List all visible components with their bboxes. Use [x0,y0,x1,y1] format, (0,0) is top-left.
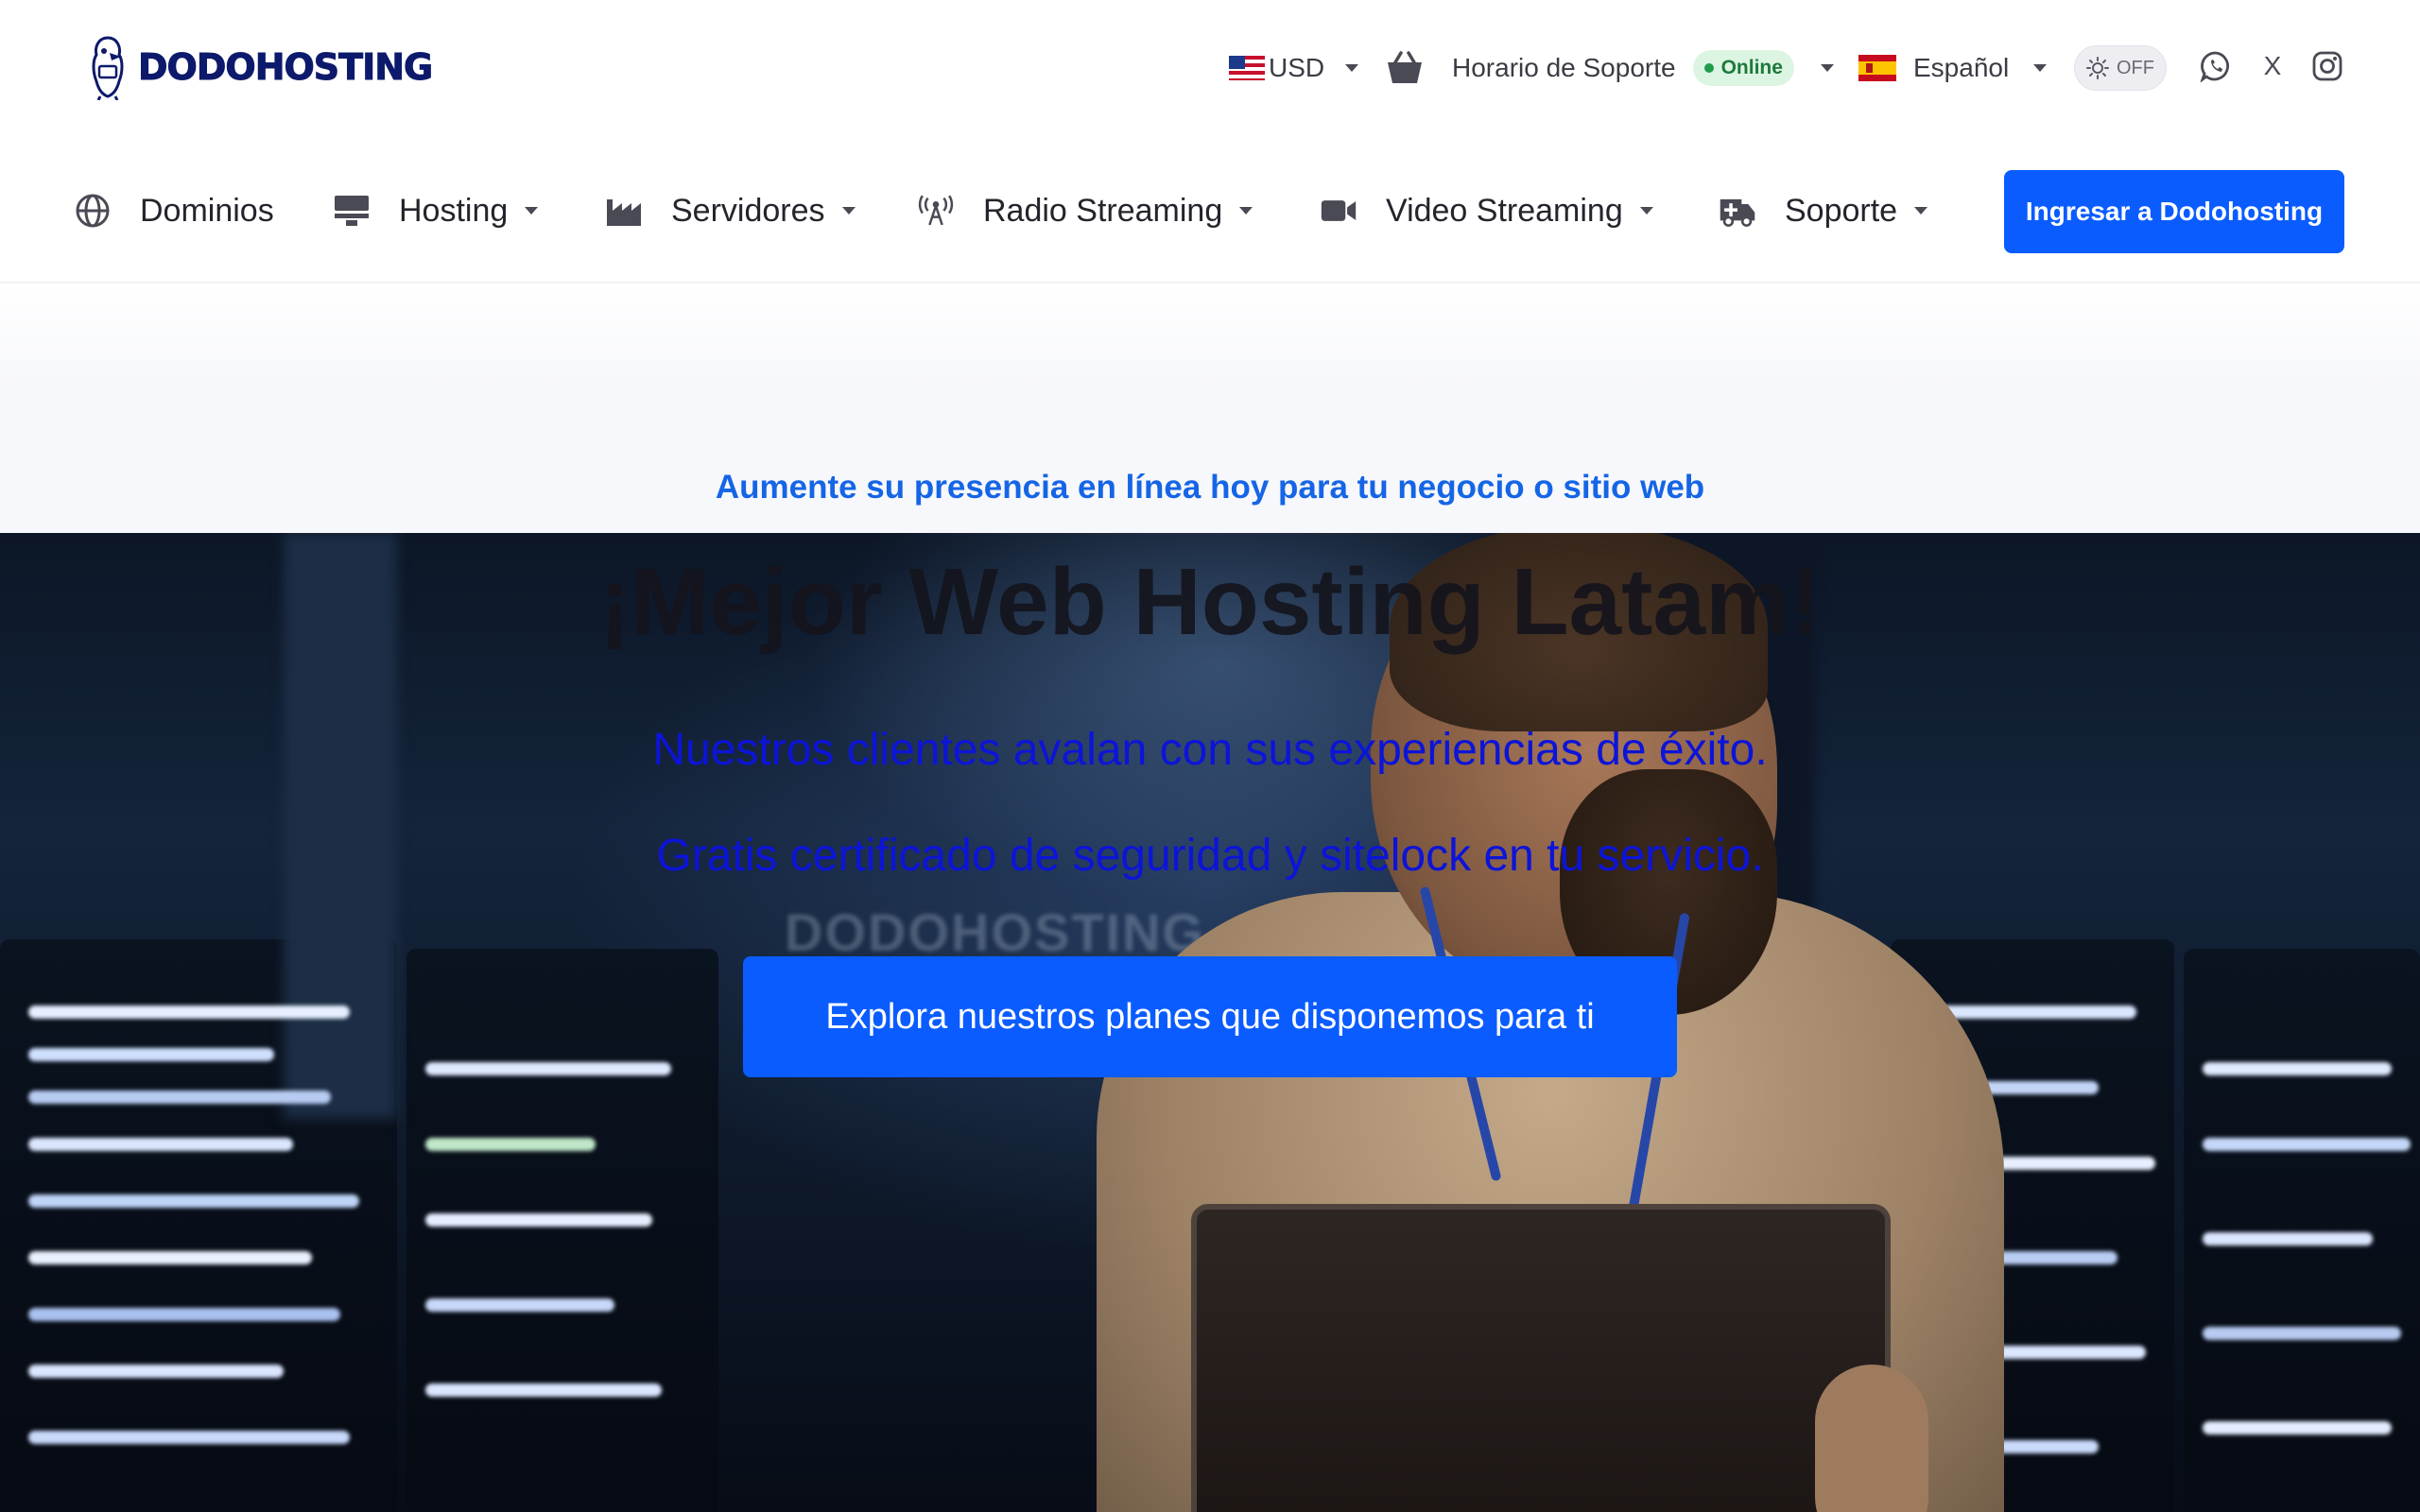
sun-icon [2086,57,2109,79]
x-icon: X [2263,51,2282,80]
server-led-row [28,1048,274,1061]
online-status-text: Online [1720,57,1783,78]
chevron-down-icon [1914,207,1928,215]
hero-title: ¡Mejor Web Hosting Latam! [598,549,1822,655]
server-led-row [28,1005,350,1019]
server-led-row [2203,1327,2401,1340]
server-led-row [425,1062,671,1075]
status-dot-icon [1703,63,1714,73]
nav-label: Video Streaming [1386,192,1623,229]
video-camera-icon [1320,192,1357,230]
server-led-row [28,1194,359,1208]
brand-logo[interactable]: DODOHOSTING [85,34,434,100]
online-status-badge: Online [1692,50,1794,86]
nav-label: Hosting [399,192,509,229]
server-led-row [28,1138,293,1151]
ambulance-icon [1719,192,1756,230]
us-flag-icon [1229,56,1265,80]
server-led-row [425,1298,614,1312]
currency-selector[interactable]: USD [1229,42,1359,94]
server-led-row [2203,1232,2373,1246]
person-hand [1815,1365,1928,1512]
support-hours-label: Horario de Soporte [1452,53,1676,82]
chevron-down-icon [525,207,539,215]
server-led-row [425,1138,596,1151]
server-led-row [425,1383,662,1397]
nav-label: Radio Streaming [983,192,1223,229]
instagram-icon [2312,51,2342,81]
dark-mode-state: OFF [2117,57,2154,78]
chevron-down-icon [2033,64,2048,72]
language-label: Español [1913,53,2010,82]
server-led-row [28,1431,350,1444]
login-button[interactable]: Ingresar a Dodohosting [2004,170,2344,253]
server-led-row [28,1091,331,1104]
nav-item-servidores[interactable]: Servidores [605,170,856,251]
chevron-down-icon [841,207,856,215]
server-rack-left-2 [406,949,718,1512]
nav-item-radio-streaming[interactable]: Radio Streaming [917,170,1253,251]
site-header: DODOHOSTING USD Horario de Soporte Onlin… [0,0,2420,253]
server-led-row [2203,1421,2392,1435]
server-led-row [28,1251,312,1264]
nav-item-video-streaming[interactable]: Video Streaming [1320,170,1653,251]
nav-label: Soporte [1785,192,1898,229]
chevron-down-icon [1239,207,1253,215]
server-rack-icon [333,192,371,230]
nav-item-hosting[interactable]: Hosting [333,170,539,251]
nav-label: Dominios [140,192,274,229]
hero-line: Nuestros clientes avalan con sus experie… [652,725,1768,775]
es-flag-icon [1858,55,1896,81]
industry-icon [605,192,643,230]
x-link[interactable]: X [2254,47,2291,85]
brand-name: DODOHOSTING [137,46,433,89]
server-led-row [28,1365,284,1378]
server-led-row [2203,1138,2411,1151]
server-led-row [2203,1062,2392,1075]
whatsapp-link[interactable] [2197,47,2235,85]
laptop [1191,1204,1891,1512]
dodo-bird-logo-icon [92,36,124,100]
nav-label: Servidores [671,192,825,229]
nav-item-soporte[interactable]: Soporte [1719,170,1928,251]
server-led-row [425,1213,652,1227]
dark-mode-toggle[interactable]: OFF [2074,45,2167,91]
nav-item-dominios[interactable]: Dominios [74,170,274,251]
shopping-basket-icon [1388,51,1422,83]
support-hours-dropdown[interactable]: Horario de Soporte Online [1386,42,1834,94]
currency-label: USD [1269,53,1325,82]
globe-icon [74,192,112,230]
hero-line: Gratis certificado de seguridad y sitelo… [656,831,1764,881]
photo-watermark: DODOHOSTING [785,902,1206,962]
instagram-link[interactable] [2308,47,2346,85]
language-selector[interactable]: Español [1858,42,2048,94]
chevron-down-icon [1639,207,1653,215]
whatsapp-icon [2200,51,2229,82]
broadcast-tower-icon [917,192,955,230]
hero-tagline: Aumente su presencia en línea hoy para t… [715,469,1705,506]
chevron-down-icon [1345,64,1359,72]
server-led-row [28,1308,340,1321]
explore-plans-button[interactable]: Explora nuestros planes que disponemos p… [743,956,1677,1077]
chevron-down-icon [1820,64,1834,72]
